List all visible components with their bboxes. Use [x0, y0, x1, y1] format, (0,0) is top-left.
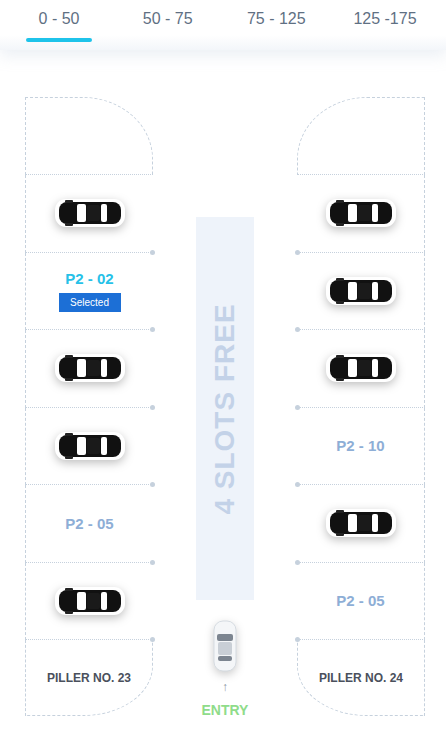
occupied-slot — [297, 175, 425, 253]
range-tab[interactable]: 75 - 125 — [243, 8, 309, 50]
car-icon — [53, 429, 127, 463]
selected-badge: Selected — [59, 293, 121, 312]
occupied-slot — [297, 485, 425, 563]
car-icon — [53, 196, 127, 230]
free-banner: 4 SLOTS FREE — [196, 217, 254, 600]
occupied-slot — [297, 253, 425, 331]
pillar-label: PILLER NO. 23 — [47, 671, 131, 685]
car-icon — [53, 584, 127, 618]
occupied-slot — [25, 175, 153, 253]
car-icon — [53, 351, 127, 385]
corner — [297, 97, 425, 175]
parking-lot: P2 - 02 Selected P2 - 05 PILLER NO. 23 4 SLO… — [0, 97, 446, 718]
slot-label[interactable]: P2 - 02 — [65, 270, 113, 287]
corner — [25, 97, 153, 175]
occupied-slot — [25, 408, 153, 486]
range-tab[interactable]: 0 - 50 — [26, 8, 92, 50]
right-column: P2 - 10 P2 - 05 PILLER NO. 24 — [297, 97, 425, 718]
entry-arrow: ↑ — [222, 680, 228, 694]
slot-label[interactable]: P2 - 10 — [336, 437, 384, 454]
car-icon — [324, 506, 398, 540]
range-tab[interactable]: 50 - 75 — [135, 8, 201, 50]
left-column: P2 - 02 Selected P2 - 05 PILLER NO. 23 — [25, 97, 153, 718]
slot-label[interactable]: P2 - 05 — [65, 515, 113, 532]
pillar-label: PILLER NO. 24 — [319, 671, 403, 685]
occupied-slot — [25, 563, 153, 641]
free-slot[interactable]: P2 - 10 — [297, 408, 425, 486]
entry-label: ENTRY — [202, 702, 249, 718]
free-slot[interactable]: P2 - 05 — [25, 485, 153, 563]
range-tabs: 0 - 50 50 - 75 75 - 125 125 -175 — [0, 0, 446, 50]
driveway: 4 SLOTS FREE ↑ ENTRY — [153, 97, 297, 718]
pillar-slot: PILLER NO. 24 — [297, 640, 425, 716]
occupied-slot — [25, 330, 153, 408]
car-icon — [324, 351, 398, 385]
entry-car-icon — [213, 620, 237, 672]
car-icon — [324, 196, 398, 230]
free-banner-text: 4 SLOTS FREE — [209, 303, 241, 514]
range-tab[interactable]: 125 -175 — [352, 8, 418, 50]
free-slot[interactable]: P2 - 05 — [297, 563, 425, 641]
pillar-slot: PILLER NO. 23 — [25, 640, 153, 716]
parking-screen: 0 - 50 50 - 75 75 - 125 125 -175 P2 - 02 Sele… — [0, 0, 446, 747]
free-slot[interactable]: P2 - 02 Selected — [25, 253, 153, 331]
car-icon — [324, 274, 398, 308]
slot-label[interactable]: P2 - 05 — [336, 592, 384, 609]
occupied-slot — [297, 330, 425, 408]
